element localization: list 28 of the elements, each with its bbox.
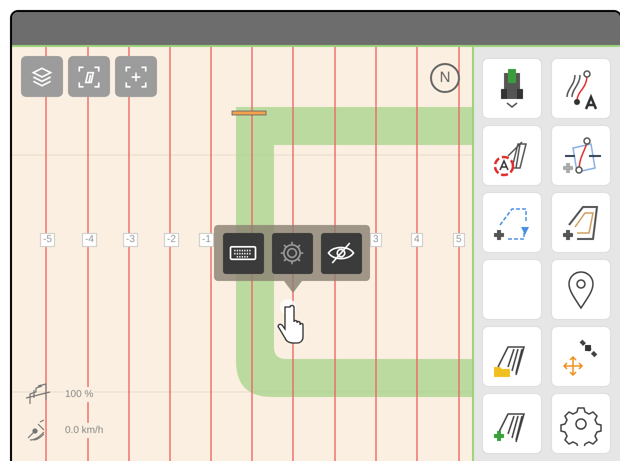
sidebar-button[interactable] bbox=[551, 259, 611, 320]
compass: N bbox=[430, 63, 460, 93]
map-tool-button[interactable] bbox=[115, 56, 157, 97]
lane-number: 5 bbox=[453, 233, 465, 247]
lane-number: -5 bbox=[40, 233, 55, 247]
map-tool-button[interactable] bbox=[68, 56, 110, 97]
implement-icon bbox=[24, 382, 52, 406]
sidebar-button[interactable] bbox=[482, 125, 542, 186]
sidebar-button[interactable] bbox=[551, 192, 611, 253]
lane-number: -1 bbox=[199, 233, 214, 247]
sidebar-button[interactable] bbox=[551, 393, 611, 454]
lane-number: -2 bbox=[164, 233, 179, 247]
crosshair-icon bbox=[123, 64, 149, 90]
status-value: 0.0 km/h bbox=[64, 422, 104, 438]
sidebar-button[interactable] bbox=[482, 326, 542, 387]
lane-number: 3 bbox=[370, 233, 382, 247]
sidebar-button[interactable] bbox=[551, 125, 611, 186]
lane-number: 4 bbox=[411, 233, 423, 247]
popup-button[interactable] bbox=[222, 232, 264, 274]
sidebar-button[interactable] bbox=[551, 58, 611, 119]
field-zoom-icon bbox=[76, 64, 102, 90]
sidebar-button[interactable] bbox=[482, 58, 542, 119]
map-tool-button[interactable] bbox=[21, 56, 63, 97]
lane-number: -3 bbox=[123, 233, 138, 247]
status-value: 100 % bbox=[64, 386, 94, 402]
popup-button[interactable] bbox=[320, 232, 362, 274]
sidebar-button[interactable] bbox=[482, 393, 542, 454]
lane-number: -4 bbox=[82, 233, 97, 247]
